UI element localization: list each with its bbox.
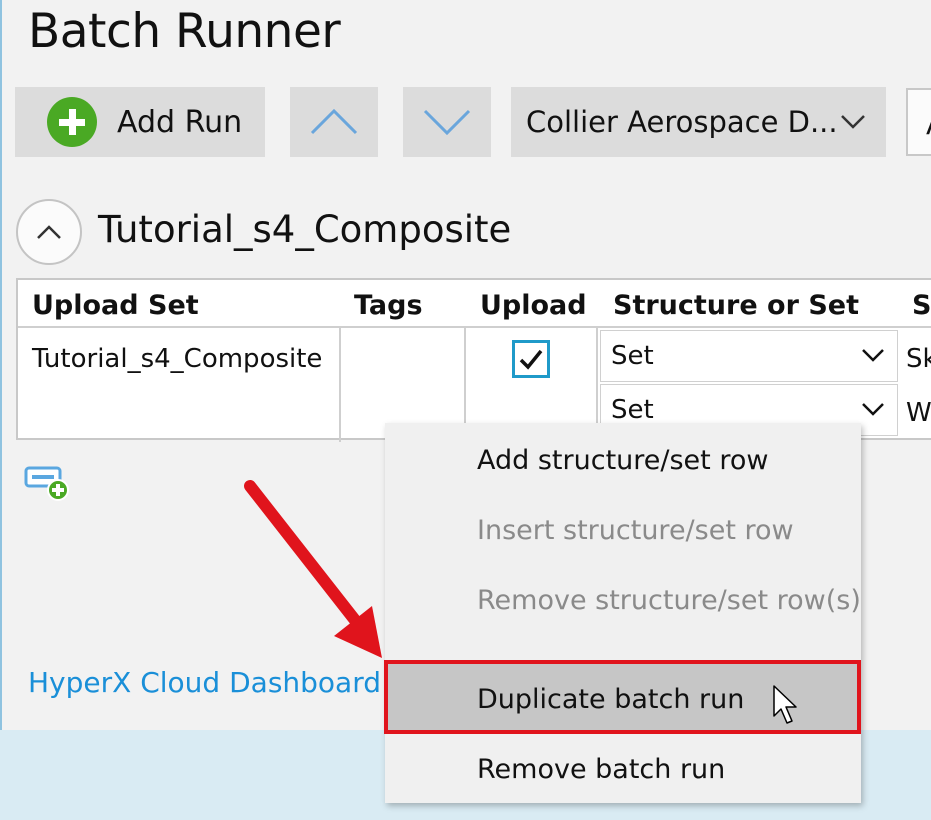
context-menu: Add structure/set row Insert structure/s…: [385, 423, 861, 803]
menu-item-label: Remove batch run: [477, 754, 726, 785]
menu-item-label: Remove structure/set row(s): [477, 585, 861, 616]
move-up-button[interactable]: [290, 87, 378, 157]
column-header-tags[interactable]: Tags: [354, 290, 423, 321]
chevron-up-icon: [310, 108, 358, 135]
menu-item-label: Insert structure/set row: [477, 515, 794, 546]
add-circle-icon: [47, 97, 97, 147]
run-grid: Upload Set Tags Upload Structure or Set …: [16, 278, 931, 442]
structure-or-set-value: Set: [611, 341, 654, 371]
structure-cell-partial[interactable]: W: [906, 398, 931, 428]
run-name: Tutorial_s4_Composite: [98, 208, 512, 251]
chevron-down-icon: [862, 349, 884, 362]
add-row-icon[interactable]: [24, 465, 72, 505]
structure-cell-partial[interactable]: Sk: [906, 344, 931, 374]
structure-or-set-dropdown[interactable]: Set: [600, 330, 898, 382]
structure-or-set-value: Set: [611, 395, 654, 425]
add-run-button[interactable]: Add Run: [15, 87, 265, 157]
column-header-partial[interactable]: St: [912, 290, 931, 321]
chevron-down-icon: [862, 403, 884, 416]
chevron-down-icon: [841, 115, 865, 129]
add-run-label: Add Run: [117, 104, 243, 140]
menu-item-remove-structure-set-rows: Remove structure/set row(s): [385, 565, 861, 635]
page-title: Batch Runner: [28, 4, 341, 59]
mouse-cursor-icon: [773, 685, 797, 724]
configuration-dropdown[interactable]: Collier Aerospace D...: [511, 87, 886, 157]
column-header-structure-or-set[interactable]: Structure or Set: [613, 290, 859, 321]
menu-item-add-structure-set-row[interactable]: Add structure/set row: [385, 425, 861, 495]
toolbar-partial-control[interactable]: A: [906, 88, 931, 156]
chevron-down-icon: [423, 109, 471, 136]
partial-control-text: A: [926, 108, 931, 141]
header-divider: [18, 326, 931, 328]
upload-set-cell[interactable]: Tutorial_s4_Composite: [32, 344, 322, 374]
menu-item-remove-batch-run[interactable]: Remove batch run: [385, 734, 861, 804]
chevron-up-icon: [37, 225, 61, 239]
upload-checkbox[interactable]: [512, 340, 550, 378]
hyperx-cloud-dashboard-link[interactable]: HyperX Cloud Dashboard: [28, 666, 381, 699]
menu-item-label: Add structure/set row: [477, 445, 769, 476]
annotation-arrow-icon: [244, 480, 382, 658]
configuration-value: Collier Aerospace D...: [526, 105, 838, 139]
collapse-run-button[interactable]: [16, 199, 82, 265]
column-header-upload-set[interactable]: Upload Set: [32, 290, 199, 321]
menu-item-insert-structure-set-row: Insert structure/set row: [385, 495, 861, 565]
column-divider: [339, 328, 341, 442]
move-down-button[interactable]: [403, 87, 491, 157]
column-header-upload[interactable]: Upload: [480, 290, 587, 321]
checkmark-icon: [519, 349, 543, 370]
